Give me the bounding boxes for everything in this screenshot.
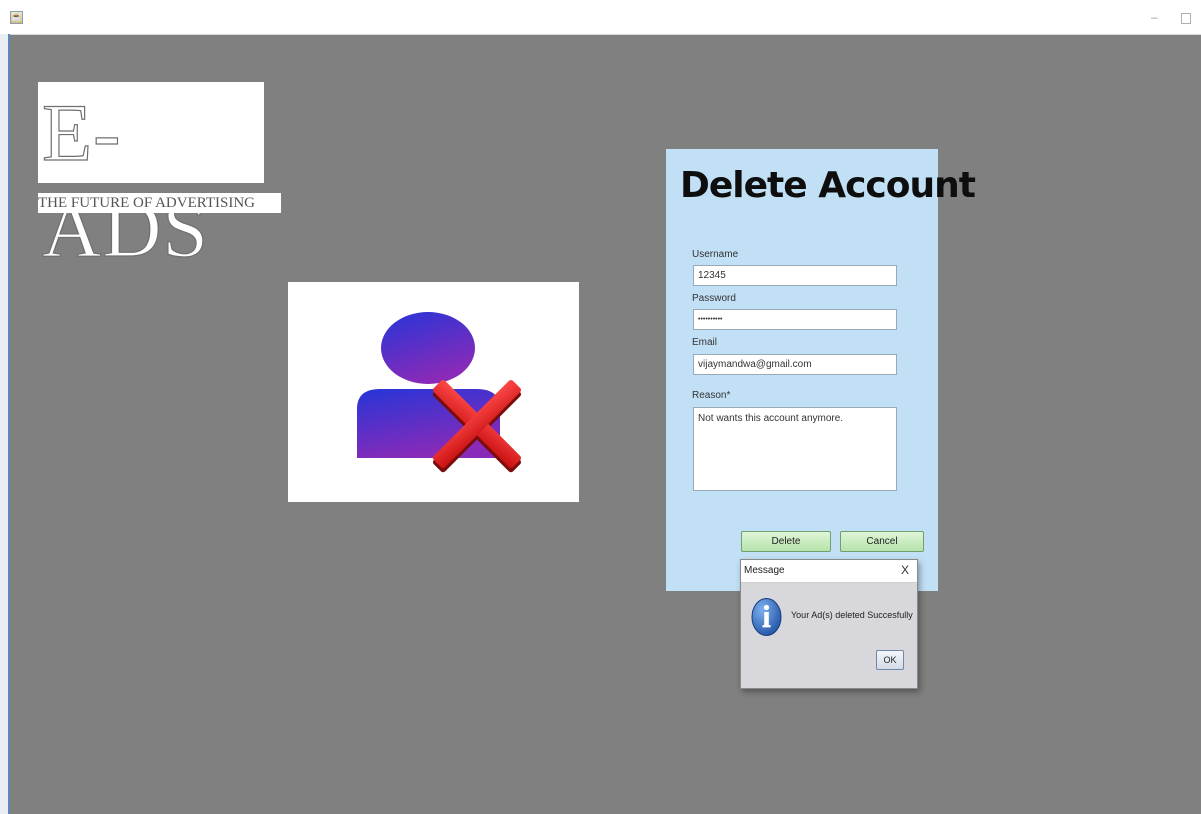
ok-button[interactable]: OK xyxy=(876,650,904,670)
maximize-button[interactable] xyxy=(1181,13,1191,24)
logo-text: E-ADS xyxy=(41,86,210,274)
reason-label: Reason* xyxy=(692,390,731,401)
message-dialog: Message X Your Ad(s) deleted Succesfully… xyxy=(740,559,918,689)
delete-user-image xyxy=(288,282,579,502)
cancel-button[interactable]: Cancel xyxy=(840,531,924,552)
page-title: Delete Account xyxy=(680,165,976,206)
password-field[interactable]: •••••••••• xyxy=(693,309,897,330)
delete-user-icon xyxy=(357,312,522,473)
username-label: Username xyxy=(692,249,739,260)
logo-tagline: THE FUTURE OF ADVERTISING xyxy=(38,193,281,213)
info-icon xyxy=(751,598,782,636)
minimize-button[interactable]: – xyxy=(1151,10,1158,24)
delete-button[interactable]: Delete xyxy=(741,531,831,552)
reason-textarea[interactable]: Not wants this account anymore. xyxy=(693,407,897,491)
email-label: Email xyxy=(692,337,718,348)
delete-account-panel: Delete Account Username 12345 Password •… xyxy=(666,149,976,591)
java-cup-icon: ☕ xyxy=(10,11,23,24)
dialog-message: Your Ad(s) deleted Succesfully xyxy=(791,610,913,620)
close-icon[interactable]: X xyxy=(901,563,909,577)
email-field[interactable]: vijaymandwa@gmail.com xyxy=(693,354,897,375)
password-label: Password xyxy=(692,293,736,304)
username-field[interactable]: 12345 xyxy=(693,265,897,286)
left-edge-strip xyxy=(0,34,8,814)
logo: E-ADS xyxy=(38,82,264,275)
dialog-titlebar: Message X xyxy=(741,560,917,583)
main-content: E-ADS THE FUTURE OF ADVERTISING Delete A… xyxy=(10,35,1201,814)
dialog-title: Message xyxy=(744,565,785,576)
window-titlebar: ☕ – xyxy=(0,0,1201,35)
